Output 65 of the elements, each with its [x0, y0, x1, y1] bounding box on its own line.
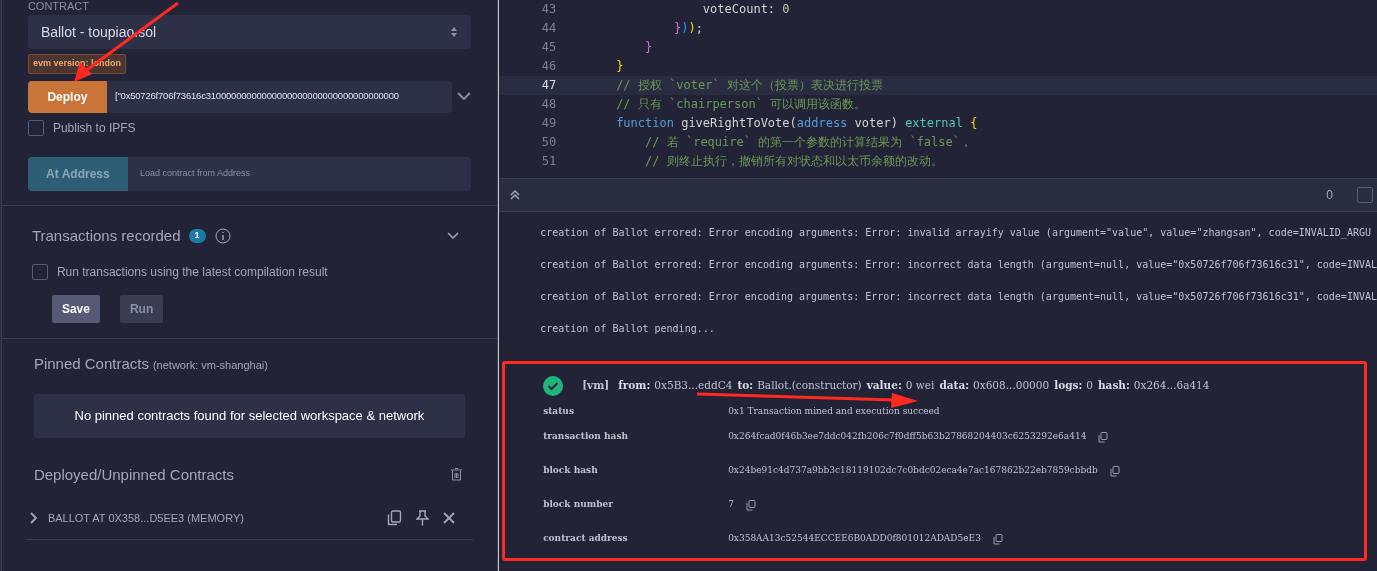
line-number: 44 — [540, 20, 557, 37]
code-line: } — [616, 58, 624, 75]
detail-value: 0x1 Transaction mined and execution succeed — [728, 405, 940, 419]
expand-up-icon[interactable] — [509, 189, 522, 201]
empty-pinned-message: No pinned contracts found for selected workspace & network — [33, 393, 465, 438]
contract-label: CONTRACT — [27, 0, 89, 12]
code-line: } — [644, 39, 653, 56]
log-message: creation of Ballot errored: Error encoding arguments: Error: incorrect data length (argument=null, value="0x50726f706f73616c31", code=INVAL — [540, 290, 1377, 304]
code-line: // 若 `require` 的第一个参数的计算结果为 `false`， — [644, 134, 972, 151]
log-message: creation of Ballot pending... — [540, 322, 716, 336]
copy-icon[interactable] — [992, 533, 1003, 545]
log-message: creation of Ballot errored: Error encoding arguments: Error: incorrect data length (argument=null, value="0x50726f706f73616c31", code=INVAL — [540, 258, 1377, 272]
transaction-button[interactable]: Save — [51, 295, 100, 323]
detail-key: block hash — [543, 464, 729, 478]
network-label: (network: vm-shanghai) — [152, 358, 268, 373]
detail-key: block number — [543, 498, 729, 512]
listen-checkbox[interactable] — [1357, 187, 1373, 203]
detail-key: transaction hash — [543, 430, 729, 444]
run-latest-label: Run transactions using the latest compilation result — [56, 264, 328, 281]
info-icon[interactable] — [214, 227, 231, 244]
close-icon[interactable] — [442, 512, 455, 525]
line-number: 48 — [540, 96, 557, 113]
pinned-title: Pinned Contracts — [33, 354, 149, 374]
line-number: 45 — [540, 39, 557, 56]
detail-key: contract address — [543, 532, 729, 546]
copy-icon[interactable] — [1109, 465, 1120, 477]
deployed-contract-label[interactable]: BALLOT AT 0X358...D5EE3 (MEMORY) — [47, 510, 244, 527]
copy-icon[interactable] — [1098, 431, 1109, 443]
chevron-icon[interactable] — [29, 512, 38, 525]
sort-icon — [449, 26, 458, 38]
deploy-button[interactable]: Deploy — [27, 80, 107, 113]
pin-icon[interactable] — [415, 510, 429, 527]
code-line: // 只有 `chairperson` 可以调用该函数。 — [616, 96, 867, 113]
transactions-title: Transactions recorded — [31, 225, 181, 246]
publish-label: Publish to IPFS — [52, 119, 136, 137]
chevron-icon[interactable] — [446, 231, 459, 240]
line-number: 46 — [540, 58, 557, 75]
code-line: voteCount: 0 — [701, 1, 790, 18]
transaction-count-badge: 1 — [188, 228, 206, 243]
transaction-summary[interactable]: [vm] from: 0x5B3...eddC4 to: Ballot.(constructor) value: 0 wei data: 0x608...00000 logs: 0 hash: 0x264...6a414 — [582, 378, 1215, 394]
detail-key: status — [543, 405, 729, 419]
copy-icon[interactable] — [745, 499, 756, 511]
line-number: 50 — [540, 134, 557, 151]
code-line: // 授权 `voter` 对这个（投票）表决进行投票 — [616, 77, 883, 94]
line-number: 47 — [540, 77, 557, 94]
log-message: creation of Ballot errored: Error encoding arguments: Error: invalid arrayify value (argument="value", value="zhangsan", code=INVALID_ARGU — [540, 226, 1372, 241]
code-line: })); — [672, 20, 703, 37]
detail-value: 0x264fcad0f46b3ee7ddc042fb206c7f0dff5b63b27868204403c6253292e6a414 — [728, 430, 1087, 444]
line-number: 49 — [540, 115, 557, 132]
code-line: // 则终止执行，撤销所有对状态和以太币余额的改动。 — [644, 153, 943, 170]
detail-value: 0x358AA13c52544ECCEE6B0ADD0f801012ADAD5eE3 — [728, 532, 981, 546]
deployed-title: Deployed/Unpinned Contracts — [33, 464, 234, 485]
address-field[interactable]: Load contract from Address — [127, 156, 471, 191]
constructor-args-field[interactable]: ["0x50726f706f73616c31000000000000000000000000000000000000 — [106, 80, 453, 113]
code-line: function giveRightToVote(address voter) external { — [616, 115, 978, 132]
copy-icon[interactable] — [386, 510, 402, 527]
run-latest-checkbox[interactable] — [31, 264, 48, 280]
publish-checkbox[interactable] — [27, 119, 44, 136]
pending-count: 0 — [1326, 187, 1333, 204]
line-number: 51 — [540, 153, 557, 170]
detail-value: 7 — [728, 498, 734, 512]
detail-value: 0x24be91c4d737a9bb3c18119102dc7c0bdc02eca4e7ac167862b22eb7859cbbdb — [728, 464, 1098, 478]
line-number: 43 — [540, 1, 557, 18]
chevron-down-icon[interactable] — [457, 92, 471, 101]
trash-icon[interactable] — [450, 468, 462, 482]
